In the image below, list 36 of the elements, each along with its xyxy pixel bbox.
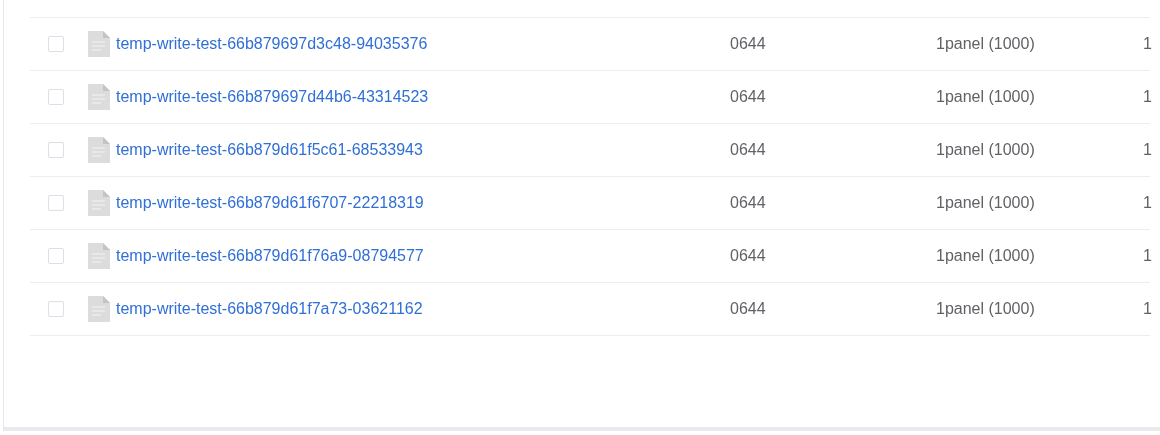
table-cell: 1 bbox=[1143, 35, 1152, 52]
permission-cell-text: 0644 bbox=[730, 35, 767, 53]
file-name-link[interactable]: temp-write-test-66b879697d3c48-94035376 bbox=[116, 35, 428, 53]
owner-cell-text: 1panel (1000) bbox=[936, 88, 1036, 106]
table-cell: 1 bbox=[1143, 194, 1152, 211]
table-cell: 1 bbox=[1143, 88, 1152, 105]
file-icon bbox=[88, 84, 110, 110]
file-icon bbox=[88, 243, 110, 269]
owner-cell-text: 1panel (1000) bbox=[936, 194, 1036, 212]
permission-cell-text: 0644 bbox=[730, 141, 767, 159]
row-checkbox[interactable] bbox=[48, 301, 64, 317]
file-name-link[interactable]: temp-write-test-66b879d61f76a9-08794577 bbox=[116, 247, 424, 265]
table-cell: 1 bbox=[1143, 141, 1152, 158]
file-icon bbox=[88, 296, 110, 322]
permission-cell-text: 0644 bbox=[730, 300, 767, 318]
owner-cell-text: 1panel (1000) bbox=[936, 35, 1036, 53]
owner-cell-text: 1panel (1000) bbox=[936, 141, 1036, 159]
file-name-link[interactable]: temp-write-test-66b879d61f7a73-03621162 bbox=[116, 300, 423, 318]
row-checkbox[interactable] bbox=[48, 195, 64, 211]
owner-cell-text: 1panel (1000) bbox=[936, 300, 1036, 318]
file-name-link[interactable]: temp-write-test-66b879d61f6707-22218319 bbox=[116, 194, 424, 212]
file-name-link[interactable]: temp-write-test-66b879697d44b6-43314523 bbox=[116, 88, 429, 106]
file-icon bbox=[88, 31, 110, 57]
file-icon bbox=[88, 190, 110, 216]
permission-cell-text: 0644 bbox=[730, 247, 767, 265]
owner-cell-text: 1panel (1000) bbox=[936, 247, 1036, 265]
table-cell: 1 bbox=[1143, 300, 1152, 317]
row-checkbox[interactable] bbox=[48, 248, 64, 264]
file-icon bbox=[88, 137, 110, 163]
row-checkbox[interactable] bbox=[48, 89, 64, 105]
table-cell: 1 bbox=[1143, 247, 1152, 264]
row-checkbox[interactable] bbox=[48, 36, 64, 52]
file-name-link[interactable]: temp-write-test-66b879d61f5c61-68533943 bbox=[116, 141, 423, 159]
permission-cell-text: 0644 bbox=[730, 88, 767, 106]
row-checkbox[interactable] bbox=[48, 142, 64, 158]
permission-cell-text: 0644 bbox=[730, 194, 767, 212]
